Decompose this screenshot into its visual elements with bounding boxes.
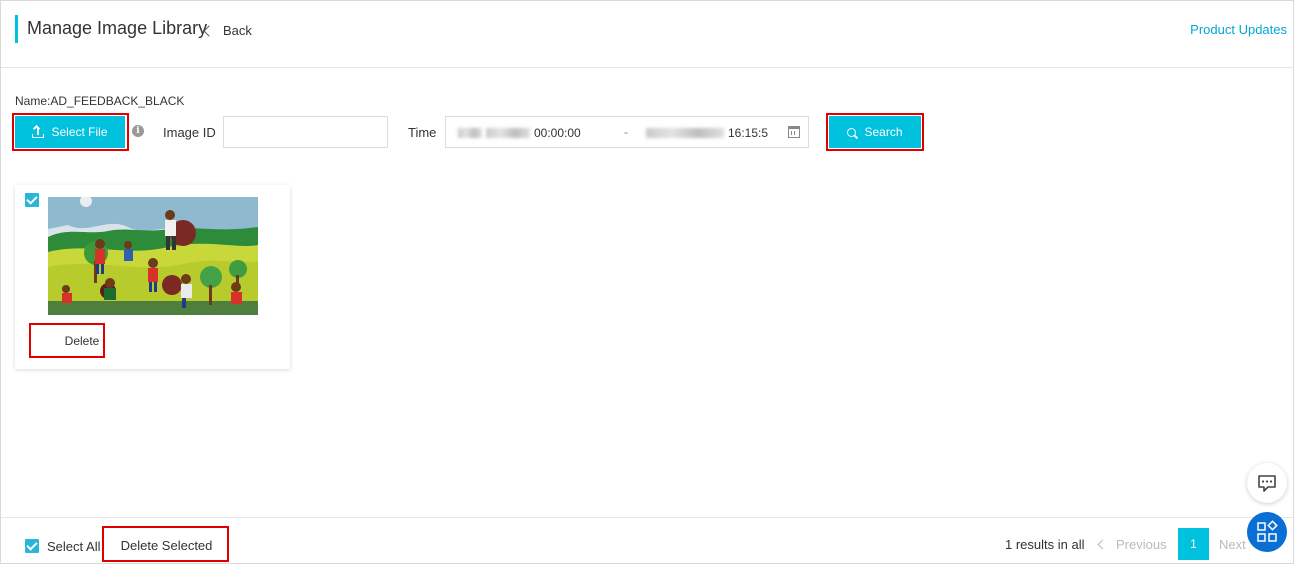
redacted-date-start-a: [458, 128, 482, 138]
product-updates-link[interactable]: Product Updates: [1190, 22, 1287, 37]
highlight-delete: [29, 323, 105, 358]
page-button-current[interactable]: 1: [1178, 528, 1209, 560]
time-separator: -: [624, 125, 628, 139]
select-all-checkbox[interactable]: [25, 539, 39, 553]
time-end: 16:15:5: [646, 126, 768, 140]
apps-icon: [1257, 520, 1278, 542]
image-id-input[interactable]: [223, 116, 388, 148]
next-page-button[interactable]: Next: [1219, 537, 1246, 552]
calendar-icon: [788, 126, 800, 138]
thumbnail-painting: [48, 197, 258, 315]
image-id-label: Image ID: [163, 125, 216, 140]
time-end-value: 16:15:5: [728, 126, 769, 140]
redacted-date-end: [646, 128, 724, 138]
highlight-delete-selected: [102, 526, 229, 562]
time-label: Time: [408, 125, 437, 140]
time-start-value: 00:00:00: [534, 126, 581, 140]
chat-icon: [1258, 475, 1276, 492]
apps-button[interactable]: [1247, 512, 1287, 552]
highlight-select-file: [12, 113, 129, 151]
previous-page-button[interactable]: Previous: [1097, 537, 1167, 552]
chat-button[interactable]: [1247, 463, 1287, 503]
image-thumbnail: [48, 197, 258, 315]
back-link[interactable]: Back: [203, 23, 252, 38]
library-name-label: Name:AD_FEEDBACK_BLACK: [15, 94, 185, 108]
page-title: Manage Image Library: [27, 18, 208, 38]
highlight-search: [826, 113, 924, 151]
page-header: Manage Image Library Back Product Update…: [1, 1, 1293, 68]
redacted-date-start-b: [486, 128, 530, 138]
back-label: Back: [223, 23, 252, 38]
chevron-left-icon: [203, 25, 215, 37]
previous-label: Previous: [1116, 537, 1167, 552]
chevron-left-icon: [1097, 539, 1108, 550]
info-icon[interactable]: i: [132, 125, 144, 137]
time-start: 00:00:00: [458, 126, 581, 140]
time-range-picker[interactable]: 00:00:00 - 16:15:5: [445, 116, 809, 148]
image-select-checkbox[interactable]: [25, 193, 39, 207]
select-all-label[interactable]: Select All: [47, 539, 100, 554]
results-count: 1 results in all: [1005, 537, 1085, 552]
title-accent-bar: [15, 15, 18, 43]
